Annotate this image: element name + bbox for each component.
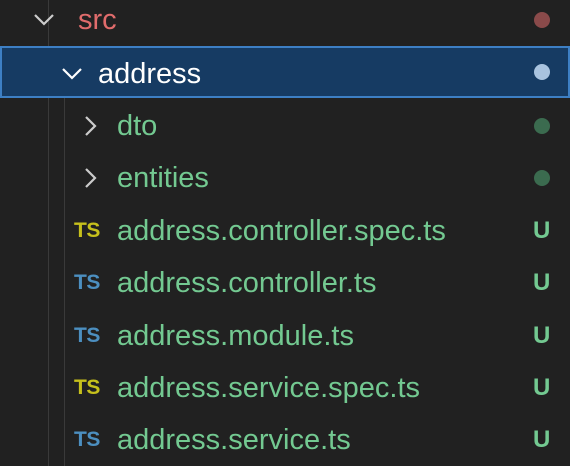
git-status-dot — [534, 118, 550, 134]
folder-label-src: src — [78, 4, 117, 36]
git-status-dot — [534, 170, 550, 186]
chevron-right-icon[interactable] — [79, 152, 103, 204]
typescript-icon: TS — [74, 428, 100, 451]
folder-row-src[interactable]: src — [0, 0, 570, 46]
typescript-icon: TS — [74, 219, 100, 242]
git-status-badge: U — [533, 217, 551, 244]
typescript-icon: TS — [74, 271, 100, 294]
file-row[interactable]: TS address.controller.spec.ts U — [0, 205, 570, 257]
git-status-badge: U — [533, 374, 551, 401]
file-label: address.service.ts — [117, 424, 351, 456]
file-label: address.controller.ts — [117, 267, 377, 299]
folder-label-address: address — [98, 58, 202, 90]
chevron-down-icon[interactable] — [60, 48, 84, 100]
chevron-down-icon[interactable] — [32, 0, 56, 46]
typescript-icon: TS — [74, 324, 100, 347]
git-status-badge: U — [533, 426, 551, 453]
file-label: address.service.spec.ts — [117, 372, 421, 404]
chevron-right-icon[interactable] — [79, 100, 103, 152]
file-label: address.module.ts — [117, 320, 354, 352]
git-status-badge: U — [533, 269, 551, 296]
folder-row-dto[interactable]: dto — [0, 100, 570, 152]
file-row[interactable]: TS address.module.ts U — [0, 310, 570, 362]
file-row[interactable]: TS address.service.spec.ts U — [0, 362, 570, 414]
file-label: address.controller.spec.ts — [117, 215, 446, 247]
folder-row-entities[interactable]: entities — [0, 152, 570, 204]
git-status-dot — [534, 64, 550, 80]
file-row[interactable]: TS address.service.ts U — [0, 414, 570, 466]
git-status-dot — [534, 12, 550, 28]
folder-label-dto: dto — [117, 110, 158, 142]
file-explorer-tree: src address dto entities TS address.cont… — [0, 0, 570, 466]
folder-row-address[interactable]: address — [0, 46, 570, 98]
file-row[interactable]: TS address.controller.ts U — [0, 257, 570, 309]
folder-label-entities: entities — [117, 162, 209, 194]
git-status-badge: U — [533, 322, 551, 349]
typescript-icon: TS — [74, 376, 100, 399]
